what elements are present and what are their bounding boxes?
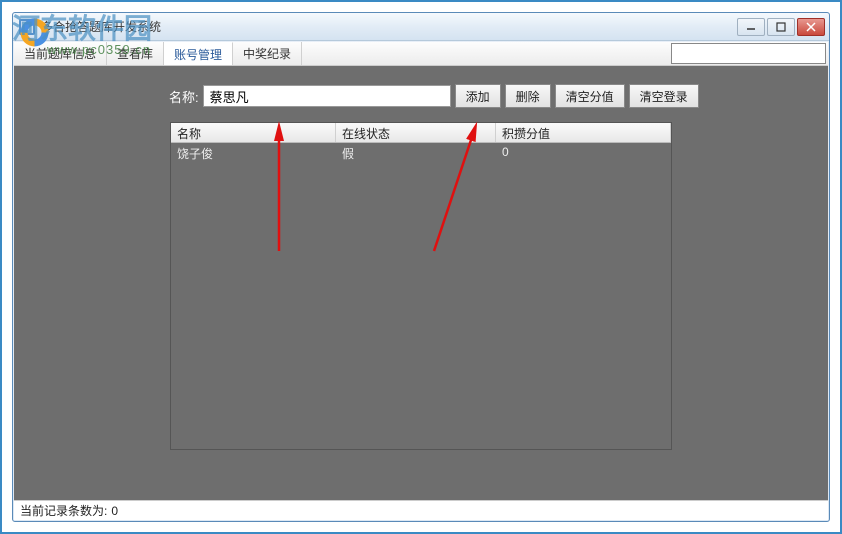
add-button[interactable]: 添加 [455,84,501,108]
tab-current-bank[interactable]: 当前题库信息 [14,42,107,65]
status-value: 0 [111,504,118,518]
table-row[interactable]: 饶子俊 假 0 [171,143,671,163]
delete-button[interactable]: 删除 [505,84,551,108]
name-input[interactable] [203,85,451,107]
data-grid: 名称 在线状态 积攒分值 饶子俊 假 0 [170,122,672,450]
window-controls [737,18,825,36]
content-area: 当前题库信息 查看库 账号管理 中奖纪录 名称: 添加 删除 清空分值 清空登录 [14,42,828,520]
grid-header: 名称 在线状态 积攒分值 [171,123,671,143]
toolbar-search-box[interactable] [671,43,826,64]
titlebar: 多合抢答题库开发系统 [13,13,829,41]
main-panel: 名称: 添加 删除 清空分值 清空登录 名称 在线状态 积攒分值 饶子俊 [14,66,828,500]
clear-login-button[interactable]: 清空登录 [629,84,699,108]
tab-view-bank[interactable]: 查看库 [107,42,164,65]
form-row: 名称: 添加 删除 清空分值 清空登录 [14,66,828,116]
column-score[interactable]: 积攒分值 [496,123,671,142]
tab-bar: 当前题库信息 查看库 账号管理 中奖纪录 [14,42,828,66]
tab-prize-record[interactable]: 中奖纪录 [233,42,302,65]
column-status[interactable]: 在线状态 [336,123,496,142]
clear-score-button[interactable]: 清空分值 [555,84,625,108]
app-window: 多合抢答题库开发系统 当前题库信息 查看库 账号管理 中奖纪录 [12,12,830,522]
close-button[interactable] [797,18,825,36]
cell-score: 0 [496,143,671,163]
cell-name: 饶子俊 [171,143,336,163]
maximize-button[interactable] [767,18,795,36]
column-name[interactable]: 名称 [171,123,336,142]
minimize-button[interactable] [737,18,765,36]
status-bar: 当前记录条数为: 0 [14,500,828,520]
tab-account-manage[interactable]: 账号管理 [164,42,233,65]
window-title: 多合抢答题库开发系统 [41,18,737,35]
name-label: 名称: [169,87,199,106]
status-label: 当前记录条数为: [20,502,107,519]
cell-status: 假 [336,143,496,163]
app-icon [19,19,35,35]
